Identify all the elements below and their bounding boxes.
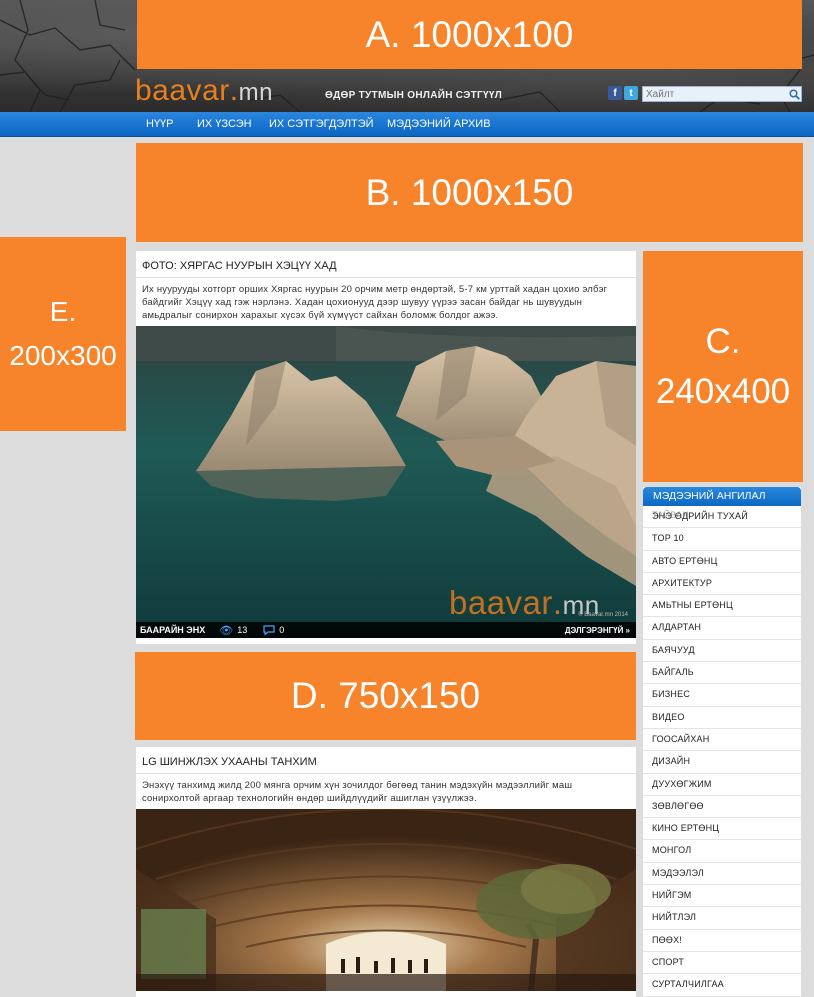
article-card: ФОТО: ХЯРГАС НУУРЫН ХЭЦҮҮ ХАД Их нуурууд… xyxy=(136,251,636,644)
main-nav: НҮҮР ИХ ҮЗСЭН ИХ СЭТГЭГДЭЛТЭЙ МЭДЭЭНИЙ А… xyxy=(0,112,814,137)
photo-watermark-logo: baavar . mn xyxy=(449,584,600,622)
article-photo[interactable] xyxy=(136,809,636,991)
category-item[interactable]: ДИЗАЙН xyxy=(643,751,801,774)
site-logo[interactable]: baavar . mn xyxy=(135,74,273,107)
category-item[interactable]: АВТО ЕРТӨНЦ xyxy=(643,551,801,573)
news-categories-panel: МЭДЭЭНИЙ АНГИЛАЛ ТАЙВАН ЭНЭ ӨДРИЙН ТУХАЙ… xyxy=(643,487,801,997)
category-item[interactable]: МОНГОЛ xyxy=(643,840,801,863)
category-item[interactable]: TOP 10 xyxy=(643,528,801,551)
category-item[interactable]: КИНО ЕРТӨНЦ xyxy=(643,818,801,841)
categories-header: МЭДЭЭНИЙ АНГИЛАЛ xyxy=(643,487,801,506)
ad-b-label: B. 1000x150 xyxy=(365,171,574,213)
logo-dot: . xyxy=(229,74,239,107)
nav-most-viewed[interactable]: ИХ ҮЗСЭН xyxy=(197,118,252,130)
category-item[interactable]: ТАЙВАН ЭНЭ ӨДРИЙН ТУХАЙ xyxy=(643,506,801,529)
view-count: 13 xyxy=(237,625,248,635)
ad-banner-a[interactable]: A. 1000x100 xyxy=(137,0,802,69)
article-description: Их нуурууды хотгорт орших Хяргас нуурын … xyxy=(142,284,608,321)
article-card: LG ШИНЖЛЭХ УХААНЫ ТАНХИМ Энэхүү танхимд … xyxy=(136,747,636,997)
site-header: A. 1000x100 baavar . mn ӨДӨР ТУТМЫН ОНЛА… xyxy=(0,0,814,112)
article-photo[interactable]: baavar . mn © Baavar.mn 2014 БААРАЙН ЭНХ… xyxy=(136,326,636,638)
ad-banner-e[interactable]: E. 200x300 xyxy=(0,237,126,431)
category-item[interactable]: АЛДАРТАН xyxy=(643,617,801,640)
logo-tld-text: mn xyxy=(238,79,273,106)
photo-info-bar: © Baavar.mn 2014 БААРАЙН ЭНХ 👁 13 0 ДЭЛГ… xyxy=(136,612,636,638)
photo-copyright: © Baavar.mn 2014 xyxy=(578,612,628,618)
category-item[interactable]: МЭДЭЭЛЭЛ xyxy=(643,863,801,886)
category-item[interactable]: БИЗНЕС xyxy=(643,684,801,707)
ad-a-label: A. 1000x100 xyxy=(365,13,574,55)
science-hall-image xyxy=(136,809,636,991)
ad-banner-b[interactable]: B. 1000x150 xyxy=(136,143,803,242)
category-overlap-text: ТАЙВАН xyxy=(652,510,690,520)
search-icon[interactable] xyxy=(787,87,801,101)
search-box xyxy=(642,86,802,102)
category-item[interactable]: ДУУХӨГЖИМ xyxy=(643,774,801,796)
photo-source: БААРАЙН ЭНХ xyxy=(140,625,206,635)
category-item[interactable]: ВИДЕО xyxy=(643,707,801,729)
category-item[interactable]: НИЙТЛЭЛ xyxy=(643,907,801,930)
nav-home[interactable]: НҮҮР xyxy=(146,118,174,130)
category-item[interactable]: СПОРТ xyxy=(643,952,801,975)
facebook-icon[interactable]: f xyxy=(608,86,622,100)
comment-icon xyxy=(263,625,275,635)
ad-d-label: D. 750x150 xyxy=(290,675,481,716)
category-item[interactable]: СУРТАЛЧИЛГАА xyxy=(643,974,801,997)
nav-news-archive[interactable]: МЭДЭЭНИЙ АРХИВ xyxy=(387,118,491,130)
read-more-link[interactable]: ДЭЛГЭРЭНГҮЙ » xyxy=(565,626,630,635)
ad-e-label-line1: E. xyxy=(49,296,77,327)
category-item[interactable]: НИЙГЭМ xyxy=(643,885,801,908)
category-item[interactable]: АМЬТНЫ ЕРТӨНЦ xyxy=(643,595,801,618)
category-item[interactable]: АРХИТЕКТУР xyxy=(643,573,801,596)
ad-c-label-line1: C. xyxy=(705,321,741,361)
search-input[interactable] xyxy=(643,87,788,101)
comment-count: 0 xyxy=(279,625,285,635)
photo-logo-dot: . xyxy=(552,584,563,621)
site-tagline: ӨДӨР ТУТМЫН ОНЛАЙН СЭТГҮҮЛ xyxy=(325,90,503,101)
photo-logo-main: baavar xyxy=(449,584,553,621)
nav-most-commented[interactable]: ИХ СЭТГЭГДЭЛТЭЙ xyxy=(269,118,374,130)
twitter-icon[interactable]: t xyxy=(624,86,638,100)
logo-main-text: baavar xyxy=(135,74,230,107)
eye-icon: 👁 xyxy=(219,624,234,637)
ad-banner-d[interactable]: D. 750x150 xyxy=(135,652,636,740)
category-item[interactable]: ЗӨВЛӨГӨӨ xyxy=(643,796,801,819)
ad-banner-c[interactable]: C. 240x400 xyxy=(643,251,803,482)
ad-c-label-line2: 240x400 xyxy=(655,371,791,411)
article-title[interactable]: ФОТО: ХЯРГАС НУУРЫН ХЭЦҮҮ ХАД xyxy=(136,251,636,278)
category-item[interactable]: БАЯЧУУД xyxy=(643,640,801,663)
category-item[interactable]: ПӨӨХ! xyxy=(643,930,801,952)
category-item[interactable]: БАЙГАЛЬ xyxy=(643,662,801,685)
article-title[interactable]: LG ШИНЖЛЭХ УХААНЫ ТАНХИМ xyxy=(136,747,636,774)
article-description: Энэхүү танхимд жилд 200 мянга орчим хүн … xyxy=(142,780,573,804)
ad-e-label-line2: 200x300 xyxy=(9,340,117,371)
social-links: f t xyxy=(608,86,638,100)
category-item[interactable]: ГООСАЙХАН xyxy=(643,729,801,752)
